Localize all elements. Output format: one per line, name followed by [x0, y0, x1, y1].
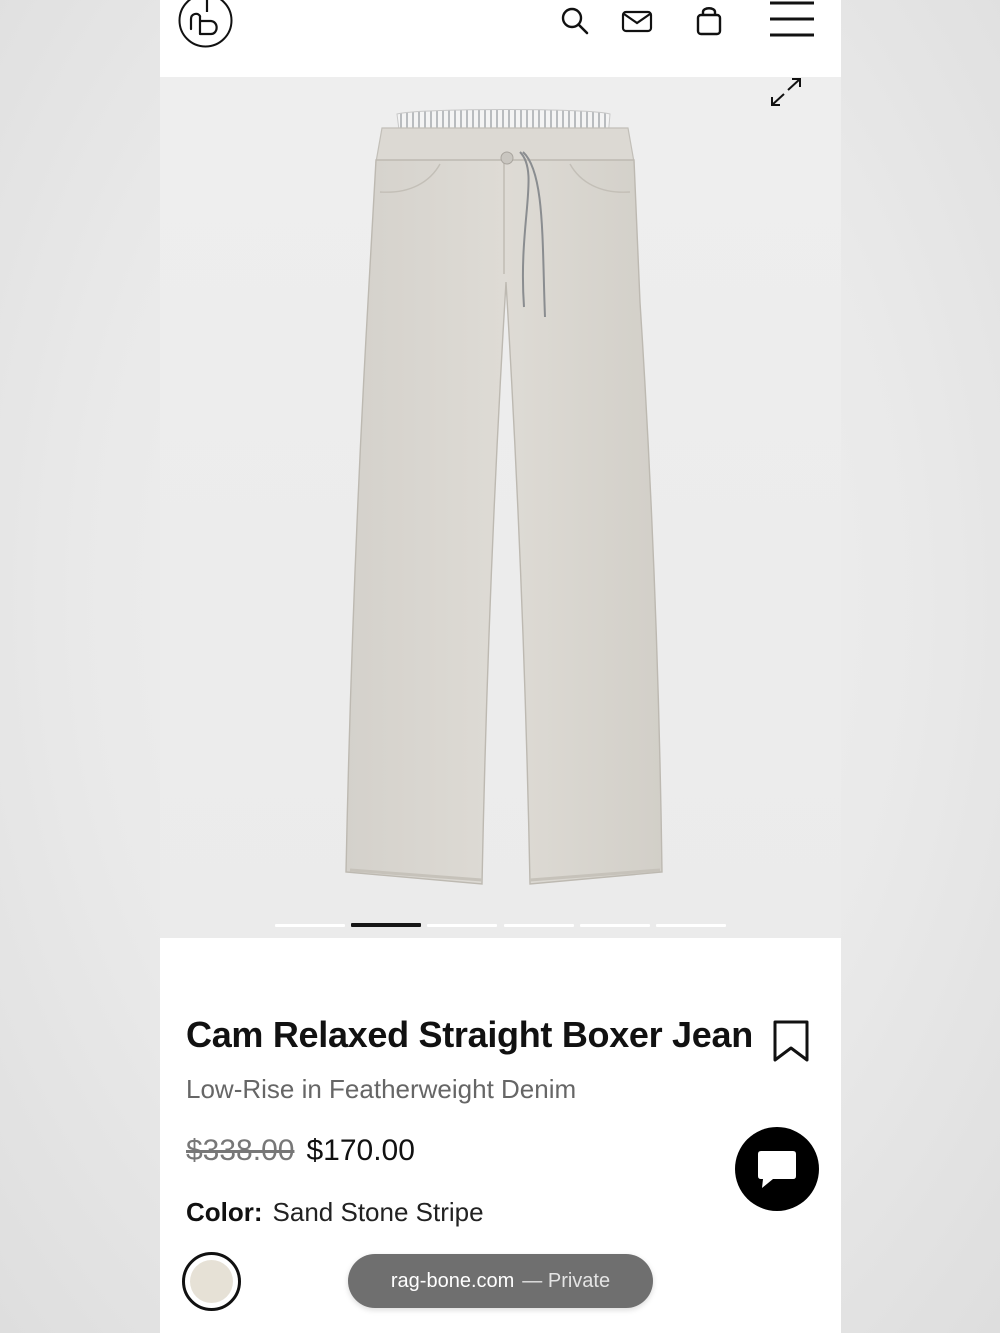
- address-domain: rag-bone.com: [390, 1269, 515, 1292]
- color-swatch-sand-stone-stripe[interactable]: [182, 1252, 241, 1311]
- expand-icon[interactable]: [764, 77, 804, 111]
- site-header: [160, 0, 841, 77]
- product-image-jeans: [345, 109, 663, 885]
- color-value: Sand Stone Stripe: [272, 1197, 484, 1227]
- original-price: $338.00: [186, 1134, 295, 1167]
- gallery-indicators: [275, 923, 728, 928]
- browser-address-pill[interactable]: rag-bone.com — Private: [348, 1254, 653, 1308]
- mobile-viewport: Cam Relaxed Straight Boxer Jean Low-Rise…: [160, 0, 841, 1333]
- rag-bone-logo[interactable]: [177, 0, 234, 49]
- sale-price: $170.00: [306, 1134, 415, 1167]
- gallery-dot-1[interactable]: [275, 924, 345, 927]
- product-image-gallery[interactable]: [160, 77, 841, 938]
- address-mode: — Private: [522, 1269, 611, 1292]
- mail-icon[interactable]: [620, 4, 654, 38]
- gallery-dot-3[interactable]: [427, 924, 497, 927]
- search-icon[interactable]: [558, 4, 592, 38]
- menu-icon[interactable]: [768, 0, 816, 42]
- color-row: Color: Sand Stone Stripe: [186, 1197, 484, 1228]
- product-subtitle: Low-Rise in Featherweight Denim: [186, 1074, 577, 1104]
- swatch-fill: [190, 1260, 233, 1303]
- color-label: Color:: [186, 1197, 263, 1227]
- gallery-dot-4[interactable]: [504, 924, 574, 927]
- bookmark-icon[interactable]: [771, 1018, 811, 1066]
- chat-button[interactable]: [735, 1127, 819, 1211]
- gallery-dot-5[interactable]: [580, 924, 650, 927]
- price-row: $338.00 $170.00: [186, 1134, 415, 1168]
- chat-bubble-icon: [758, 1151, 796, 1188]
- gallery-dot-2[interactable]: [351, 923, 421, 927]
- gallery-dot-6[interactable]: [656, 924, 726, 927]
- bag-icon[interactable]: [692, 4, 726, 38]
- product-title: Cam Relaxed Straight Boxer Jean: [186, 1014, 753, 1055]
